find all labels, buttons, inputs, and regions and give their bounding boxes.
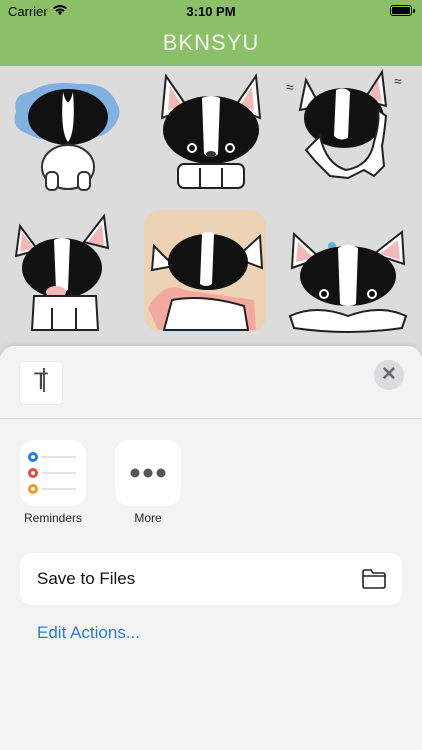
sticker-item[interactable] [144,210,266,332]
save-to-files-button[interactable]: Save to Files [20,553,402,605]
sticker-item[interactable] [8,212,130,334]
dog-lying-sticker [288,230,408,333]
app-more[interactable]: More [115,440,181,525]
text-cursor-icon [43,368,45,392]
dog-crying-sticker [14,83,120,191]
app-reminders[interactable]: Reminders [20,440,86,525]
svg-text:≈: ≈ [394,73,402,89]
sticker-item[interactable]: ≈ ≈ [286,66,408,188]
action-label: Save to Files [37,569,136,588]
close-button[interactable]: ✕ [374,360,404,390]
text-file-icon: T [33,368,49,395]
text-preview-thumbnail: T [20,362,62,404]
share-sheet: T ✕ Reminders More Save to Files Edit Ac… [0,346,422,750]
status-bar: Carrier 3:10 PM [0,0,422,24]
folder-icon [361,568,387,595]
svg-text:≈: ≈ [286,79,294,95]
dog-front-sticker [160,73,262,189]
app-label: More [134,511,162,525]
dog-sitting-sticker [14,213,110,331]
more-icon [115,440,181,506]
close-icon: ✕ [381,364,397,385]
app-label: Reminders [23,511,83,525]
sticker-item[interactable] [286,212,408,334]
navigation-bar: BKNSYU [0,24,422,66]
sticker-grid: ≈ ≈ [0,66,422,356]
dog-with-cat-sticker [148,232,264,331]
edit-actions-link[interactable]: Edit Actions... [37,623,140,643]
dog-walking-sticker: ≈ ≈ [286,69,402,180]
reminders-icon [20,440,86,506]
clock: 3:10 PM [186,4,236,19]
divider [0,418,422,419]
battery-icon [390,5,415,16]
sticker-item[interactable] [150,68,272,190]
sticker-item[interactable] [8,72,130,194]
page-title: BKNSYU [162,30,260,55]
